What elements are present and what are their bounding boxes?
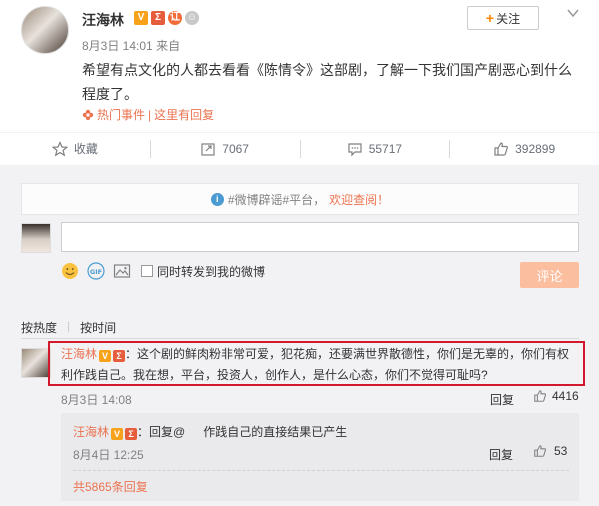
sub-reply-time: 8月4日 12:25 [73, 448, 144, 462]
author-avatar[interactable] [21, 6, 69, 54]
hot-reply-link[interactable]: 这里有回复 [154, 106, 214, 123]
share-icon [201, 142, 215, 156]
info-icon: i [210, 192, 224, 206]
comment-author[interactable]: 汪海林 [61, 347, 97, 361]
like-count: 392899 [515, 141, 556, 156]
comment-reply-button[interactable]: 回复 [490, 391, 514, 408]
comment-input[interactable] [61, 222, 579, 252]
sort-by-time[interactable]: 按时间 [80, 319, 116, 336]
notice-text: #微博辟谣#平台， [227, 192, 326, 207]
thumbs-up-icon [494, 141, 509, 156]
gif-icon[interactable]: GIF [87, 262, 105, 280]
favorite-button[interactable]: 收藏 [0, 133, 150, 164]
notice-link[interactable]: 欢迎查阅！ [329, 191, 389, 208]
verified-badge-icon: V [111, 428, 124, 440]
repost-count: 7067 [222, 141, 249, 156]
member-badge-icon: Σ [113, 350, 126, 362]
post-meta: 8月3日 14:01 来自 [82, 37, 180, 54]
weibo-post: 汪海林 V Σ 讧 ☺ 8月3日 14:01 来自 + 关注 希望有点文化的人都… [0, 0, 599, 160]
hot-separator: | [148, 107, 152, 122]
follow-button[interactable]: + 关注 [467, 6, 539, 30]
plus-icon: + [485, 10, 495, 26]
fan-badge-icon[interactable]: 讧 [168, 11, 182, 25]
thumbs-up-icon [534, 445, 547, 457]
chevron-down-icon[interactable] [567, 7, 579, 19]
hot-event-link[interactable]: 热门事件 [97, 106, 145, 123]
comment-avatar[interactable] [21, 348, 51, 378]
member-badge-icon: Σ [125, 428, 138, 440]
sort-tabs: 按热度 | 按时间 [21, 319, 116, 336]
level-badge-icon[interactable]: ☺ [185, 11, 199, 25]
comment-body: ：这个剧的鲜肉粉非常可爱，犯花痴，还要满世界散德性，你们是无辜的，你们有权利作践… [61, 347, 570, 382]
verified-badge-icon: V [99, 350, 112, 362]
comment-count: 55717 [368, 141, 403, 156]
sub-reply-like-count: 53 [554, 444, 568, 458]
comment-submit-button[interactable]: 评论 [520, 262, 579, 288]
my-avatar [21, 223, 51, 253]
flower-icon [82, 109, 94, 120]
comment-icon [348, 142, 362, 156]
follow-label: 关注 [496, 11, 521, 26]
repost-checkbox[interactable] [141, 265, 153, 277]
repost-button[interactable]: 7067 [149, 133, 300, 164]
repost-label: 同时转发到我的微博 [157, 264, 266, 279]
more-replies-link[interactable]: 共5865条回复 [73, 478, 148, 495]
sub-reply-box: 汪海林 V Σ ：回复@ 作践自己的直接结果已产生 8月4日 12:25 回复 53 共… [61, 413, 579, 501]
emoji-icon[interactable] [61, 262, 79, 280]
comment-like-count: 4416 [552, 389, 579, 403]
comment-text: 汪海林 V Σ ：这个剧的鲜肉粉非常可爱，犯花痴，还要满世界散德性，你们是无辜的，你们… [61, 344, 581, 386]
sort-by-hot[interactable]: 按热度 [21, 319, 57, 336]
repost-checkbox-group[interactable]: 同时转发到我的微博 [141, 263, 265, 280]
hot-event: 热门事件 | 这里有回复 [82, 106, 214, 123]
comment-tools: GIF 同时转发到我的微博 [61, 262, 265, 280]
sub-reply-text: 汪海林 V Σ ：回复@ 作践自己的直接结果已产生 [73, 423, 347, 440]
rumor-notice[interactable]: i #微博辟谣#平台， 欢迎查阅！ [21, 183, 579, 215]
image-icon[interactable] [113, 262, 131, 280]
comment-button[interactable]: 55717 [299, 133, 450, 164]
star-icon [51, 140, 68, 156]
post-source: 来自 [156, 39, 181, 53]
sub-reply-author[interactable]: 汪海林 [73, 425, 109, 439]
verified-badge-icon[interactable]: V [134, 11, 148, 25]
thumbs-up-icon [534, 390, 547, 402]
like-button[interactable]: 392899 [449, 133, 599, 164]
divider [21, 338, 579, 339]
sub-reply-body: 作践自己的直接结果已产生 [203, 425, 348, 439]
author-badges: V Σ 讧 ☺ [134, 11, 199, 25]
sub-reply-button[interactable]: 回复 [489, 446, 513, 463]
svg-text:GIF: GIF [90, 268, 102, 276]
post-text: 希望有点文化的人都去看看《陈情令》这部剧，了解一下我们国产剧恶心到什么程度了。 [82, 62, 572, 102]
member-badge-icon[interactable]: Σ [151, 11, 165, 25]
comment-time: 8月3日 14:08 [61, 393, 132, 407]
action-bar: 收藏 7067 55717 392899 [0, 132, 599, 164]
sort-separator: | [67, 319, 71, 333]
divider [73, 470, 569, 471]
comment-area: i #微博辟谣#平台， 欢迎查阅！ GIF 同时转发到我的微博 评论 按热度 |… [0, 165, 599, 506]
author-name[interactable]: 汪海林 [82, 10, 124, 30]
sub-reply-like-button[interactable]: 53 [533, 444, 567, 458]
sub-reply-prefix: ：回复@ [137, 425, 186, 439]
post-date[interactable]: 8月3日 14:01 [82, 39, 153, 53]
comment-like-button[interactable]: 4416 [533, 389, 579, 403]
favorite-label: 收藏 [73, 142, 98, 156]
